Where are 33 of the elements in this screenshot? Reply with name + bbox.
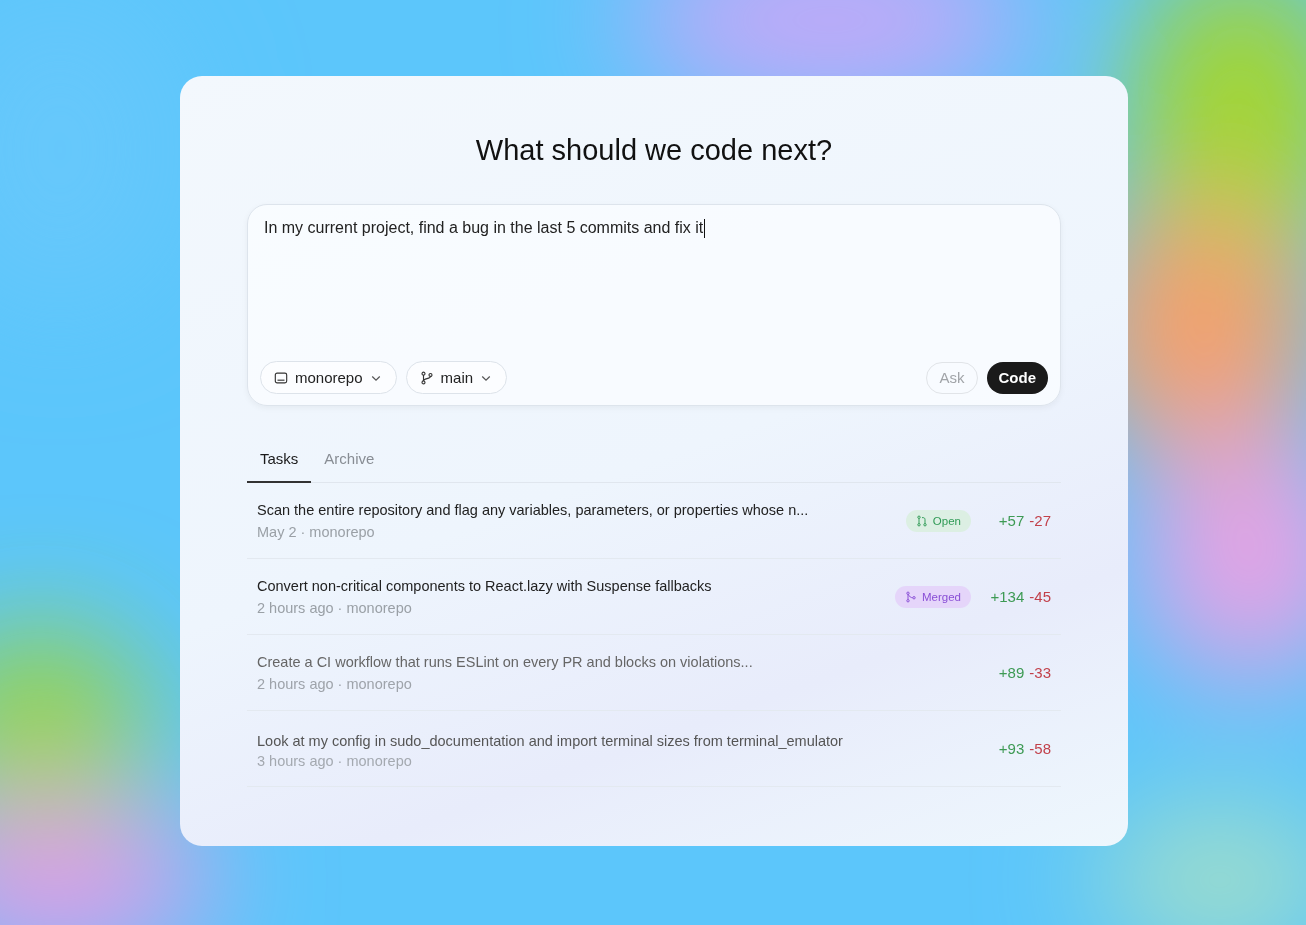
task-title: Scan the entire repository and flag any variables, parameters, or properties whose n... <box>257 501 810 518</box>
branch-selector[interactable]: main <box>405 361 508 394</box>
tab[interactable]: Tasks <box>247 444 312 483</box>
lines-removed: -45 <box>1029 588 1051 605</box>
merge-icon <box>905 590 917 603</box>
lines-removed: -33 <box>1029 664 1051 681</box>
repo-selector[interactable]: monorepo <box>260 361 397 394</box>
task-meta: May 2 · monorepo <box>257 523 376 540</box>
heading: What should we code next? <box>474 133 834 168</box>
lines-removed: -27 <box>1029 512 1051 529</box>
task-title: Convert non-critical components to React.lazy with Suspense fallbacks <box>257 577 713 594</box>
task-meta: 2 hours ago · monorepo <box>257 675 413 692</box>
code-button[interactable]: Code <box>986 361 1048 394</box>
text-cursor <box>704 219 706 238</box>
lines-removed: -58 <box>1029 740 1051 757</box>
lines-added: +93 <box>998 740 1025 757</box>
task-row[interactable]: Look at my config in sudo_documentation and import terminal sizes from terminal_emulator 3 hours ago · monorepo +93 -58 <box>247 711 1061 787</box>
task-meta: 3 hours ago · monorepo <box>257 752 413 769</box>
pull-request-icon <box>915 514 928 527</box>
task-row[interactable]: Create a CI workflow that runs ESLint on every PR and blocks on violations... 2 hours ago · monorepo +89 -33 <box>247 635 1061 711</box>
prompt-field[interactable]: In my current project, find a bug in the last 5 commits and fix it monorepo main Ask Code <box>247 204 1061 406</box>
task-title: Look at my config in sudo_documentation and import terminal sizes from terminal_emulator <box>257 732 844 749</box>
task-row[interactable]: Convert non-critical components to React.lazy with Suspense fallbacks 2 hours ago · monorepo Merged +134 -45 <box>247 559 1061 635</box>
status-badge: Open <box>905 509 971 532</box>
task-row[interactable]: Scan the entire repository and flag any variables, parameters, or properties whose n... May 2 · monorepo Open +57 -27 <box>247 483 1061 559</box>
task-meta: 2 hours ago · monorepo <box>257 599 413 616</box>
branch-icon <box>419 370 434 385</box>
lines-added: +134 <box>990 588 1025 605</box>
lines-added: +57 <box>998 512 1025 529</box>
task-title: Create a CI workflow that runs ESLint on every PR and blocks on violations... <box>257 653 754 670</box>
prompt-text: In my current project, find a bug in the last 5 commits and fix it <box>264 219 704 237</box>
lines-added: +89 <box>998 664 1025 681</box>
status-badge: Merged <box>895 585 971 608</box>
